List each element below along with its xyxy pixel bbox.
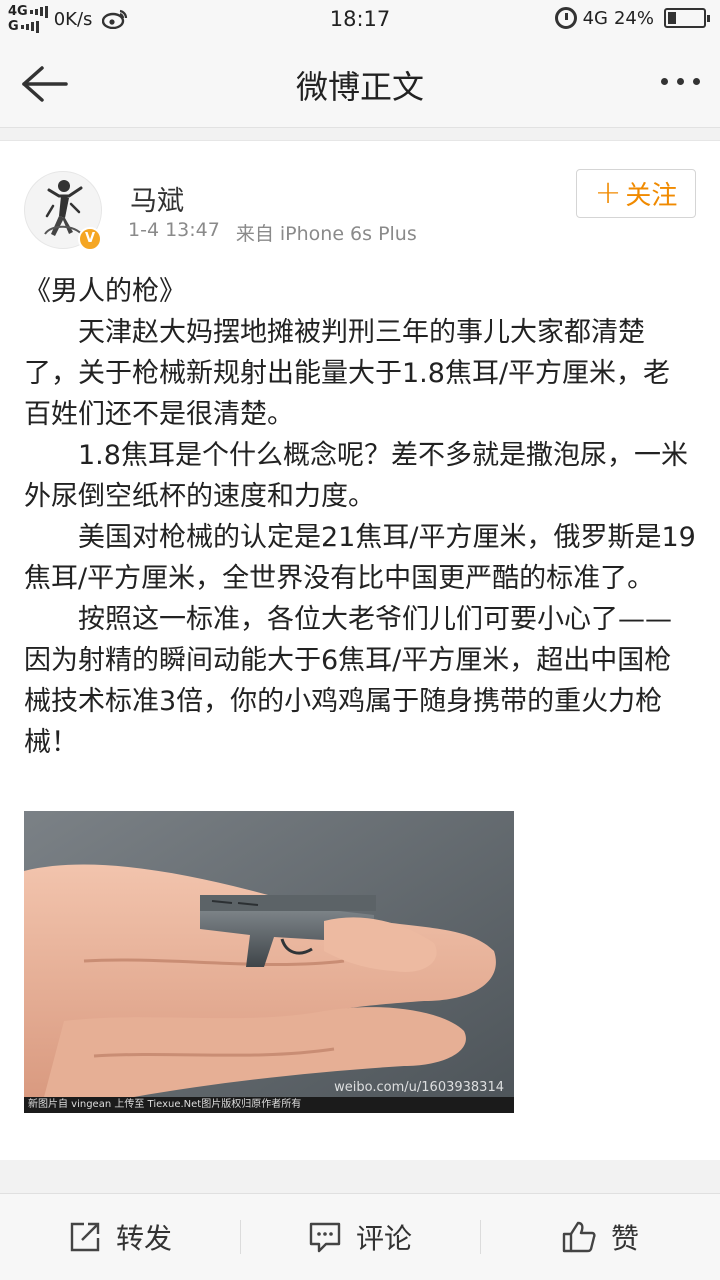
image-watermark: weibo.com/u/1603938314	[334, 1080, 504, 1095]
hand-with-mini-pistol-image	[24, 811, 514, 1113]
more-icon[interactable]	[661, 78, 700, 85]
follow-button[interactable]: + 关注	[576, 169, 696, 218]
comment-label: 评论	[355, 1222, 412, 1255]
post-paragraph: 1.8焦耳是个什么概念呢？差不多就是撒泡尿，一米外尿倒空纸杯的速度和力度。	[24, 440, 688, 512]
post-body: 《男人的枪》 天津赵大妈摆地摊被判刑三年的事儿大家都清楚了，关于枪械新规射出能量…	[24, 271, 696, 763]
like-label: 赞	[610, 1222, 639, 1255]
battery-percent: 24%	[613, 7, 654, 29]
post-paragraph: 按照这一标准，各位大老爷们儿们可要小心了——因为射精的瞬间动能大于6焦耳/平方厘…	[24, 604, 672, 758]
verified-badge: V	[78, 227, 102, 251]
post-meta: 1-4 13:47 来自 iPhone 6s Plus	[128, 219, 417, 246]
like-button[interactable]: 赞	[480, 1194, 720, 1280]
post-time: 1-4 13:47	[128, 219, 220, 241]
comment-button[interactable]: 评论	[240, 1194, 480, 1280]
repost-icon	[70, 1222, 100, 1252]
status-right: 4G 24%	[554, 7, 710, 29]
plus-icon: +	[594, 173, 622, 211]
repost-button[interactable]: 转发	[0, 1194, 240, 1280]
username[interactable]: 马斌	[130, 179, 184, 218]
battery-level	[668, 12, 677, 24]
post-title: 《男人的枪》	[24, 276, 186, 307]
follow-label: 关注	[625, 181, 678, 211]
post-source: 来自 iPhone 6s Plus	[235, 223, 417, 245]
repost-label: 转发	[115, 1222, 172, 1255]
like-icon	[562, 1221, 596, 1253]
action-bar: 转发 评论 赞	[0, 1193, 720, 1280]
title-bar: 微博正文	[0, 40, 720, 128]
comment-icon	[309, 1222, 341, 1253]
post-image[interactable]: weibo.com/u/1603938314 新图片自 vingean 上传至 …	[24, 811, 514, 1113]
status-bar: 4G G 0K/s 18:17 4G 24%	[0, 0, 720, 40]
post-card: V 马斌 1-4 13:47 来自 iPhone 6s Plus + 关注 《男…	[0, 140, 720, 1160]
post-paragraph: 天津赵大妈摆地摊被判刑三年的事儿大家都清楚了，关于枪械新规射出能量大于1.8焦耳…	[24, 317, 671, 430]
page-title: 微博正文	[295, 68, 424, 106]
network-type-right: 4G	[582, 7, 608, 29]
post-paragraph: 美国对枪械的认定是21焦耳/平方厘米，俄罗斯是19焦耳/平方厘米，全世界没有比中…	[24, 522, 696, 594]
alarm-icon	[554, 7, 577, 29]
battery-icon	[664, 8, 710, 28]
image-caption: 新图片自 vingean 上传至 Tiexue.Net图片版权归原作者所有	[24, 1097, 514, 1113]
